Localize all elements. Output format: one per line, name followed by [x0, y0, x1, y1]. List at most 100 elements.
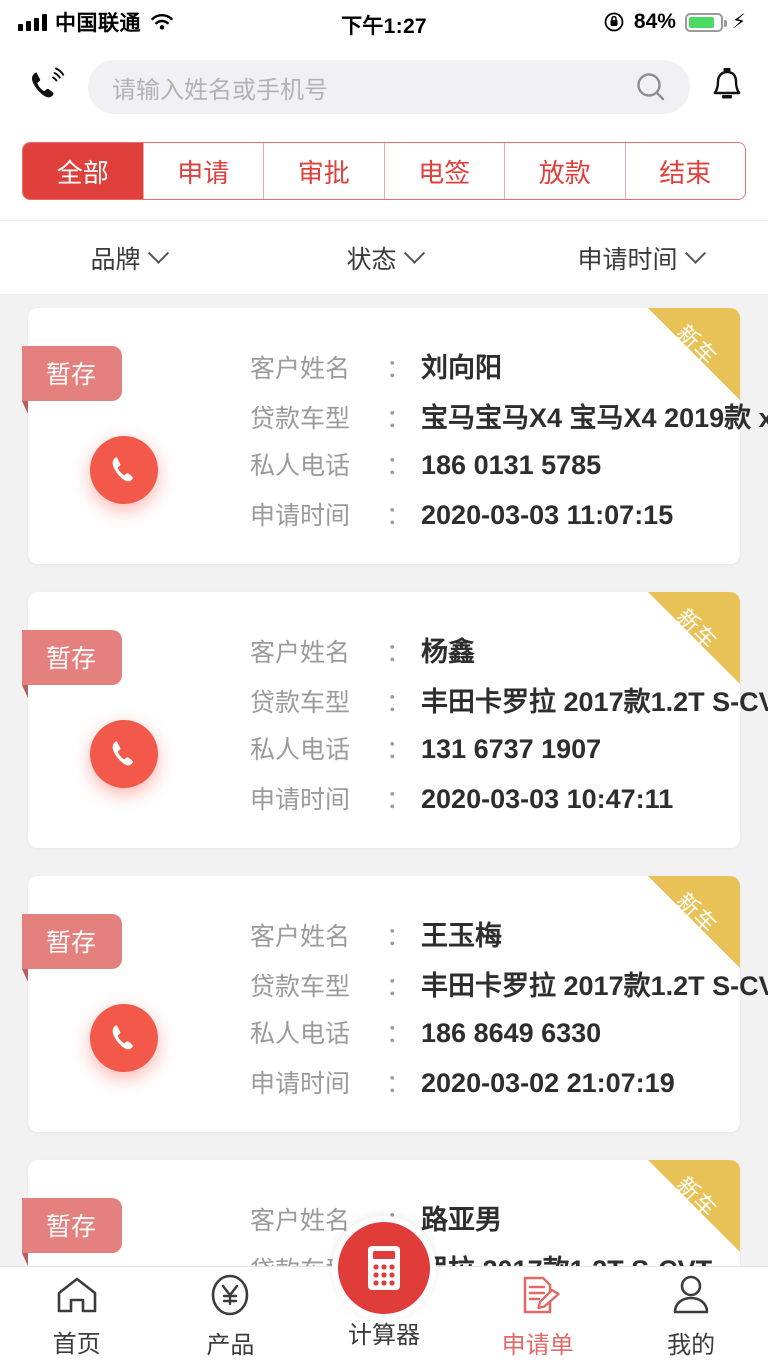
status-badge: 暂存 — [22, 346, 123, 414]
search-icon[interactable] — [634, 70, 668, 104]
field-car-model: 贷款车型 ： 宝马宝马X4 宝马X4 2019款 x... — [250, 396, 768, 446]
field-label: 申请时间 — [250, 786, 351, 814]
field-label: 贷款车型 — [250, 405, 351, 433]
field-car-model: 贷款车型 ： 丰田卡罗拉 2017款1.2T S-CVT... — [250, 964, 768, 1014]
yen-circle-icon — [212, 1274, 249, 1316]
list-item[interactable]: 新车 暂存 客户姓名 ： 杨鑫 贷款车型 ： 丰田卡罗拉 2017款1.2T S… — [22, 592, 768, 848]
status-bar-clock: 下午1:27 — [341, 15, 427, 38]
field-apply-time: 申请时间 ： 2020-03-02 21:07:19 — [250, 1064, 768, 1114]
tab-finished[interactable]: 结束 — [624, 143, 745, 199]
field-private-phone: 私人电话 ： 186 0131 5785 — [250, 446, 768, 496]
status-badge: 暂存 — [22, 630, 123, 698]
tab-approval[interactable]: 审批 — [263, 143, 384, 199]
apply-time-value: 2020-03-03 10:47:11 — [421, 784, 674, 814]
field-label: 私人电话 — [250, 736, 351, 764]
customer-name-value: 路亚男 — [421, 1205, 503, 1235]
list-item[interactable]: 新车 暂存 客户姓名 ： 王玉梅 贷款车型 ： 丰田卡罗拉 2017款1.2T … — [22, 876, 768, 1132]
calculator-fab-label: 计算器 — [348, 1322, 420, 1349]
bell-icon[interactable] — [708, 65, 746, 109]
list-item[interactable]: 新车 暂存 客户姓名 ： 刘向阳 贷款车型 ： 宝马宝马X4 宝马X4 2019… — [22, 308, 768, 564]
search-input[interactable]: 请输入姓名或手机号 — [88, 60, 690, 114]
field-colon: ： — [386, 452, 412, 480]
phone-icon — [112, 457, 133, 482]
application-list[interactable]: 新车 暂存 客户姓名 ： 刘向阳 贷款车型 ： 宝马宝马X4 宝马X4 2019… — [0, 294, 768, 1334]
field-label: 贷款车型 — [250, 973, 351, 1001]
bottom-navigation: 首页 产品 申请单 我的 计算器 — [0, 1216, 768, 1366]
private-phone-value: 186 8649 6330 — [421, 1018, 602, 1048]
nav-label: 产品 — [206, 1332, 255, 1359]
field-colon: ： — [386, 689, 412, 717]
field-label: 申请时间 — [250, 1070, 351, 1098]
field-private-phone: 私人电话 ： 131 6737 1907 — [250, 730, 768, 780]
calculator-fab-button[interactable] — [332, 1216, 436, 1320]
nav-label: 我的 — [667, 1332, 716, 1359]
nav-item-applications[interactable]: 申请单 — [461, 1273, 615, 1360]
chevron-down-icon — [403, 242, 425, 264]
car-model-value: 丰田卡罗拉 2017款1.2T S-CVT... — [421, 687, 768, 717]
field-customer-name: 客户姓名 ： 路亚男 — [250, 1198, 732, 1248]
call-button[interactable] — [90, 1004, 158, 1072]
search-placeholder: 请输入姓名或手机号 — [112, 76, 328, 104]
car-model-value: 宝马宝马X4 宝马X4 2019款 x... — [421, 403, 768, 433]
customer-name-value: 王玉梅 — [421, 921, 503, 951]
field-label: 客户姓名 — [250, 355, 351, 383]
calculator-icon — [368, 1246, 400, 1290]
field-colon: ： — [386, 405, 412, 433]
tab-apply[interactable]: 申请 — [142, 143, 263, 199]
status-tabs-container: 全部 申请 审批 电签 放款 结束 — [0, 130, 768, 220]
nav-label: 首页 — [52, 1331, 101, 1358]
call-button[interactable] — [90, 720, 158, 788]
field-label: 私人电话 — [250, 1020, 351, 1048]
private-phone-value: 186 0131 5785 — [421, 450, 602, 480]
app-header: 请输入姓名或手机号 — [0, 44, 768, 130]
card-fields: 客户姓名 ： 王玉梅 贷款车型 ： 丰田卡罗拉 2017款1.2T S-CVT.… — [250, 914, 768, 1114]
nav-item-profile[interactable]: 我的 — [614, 1273, 768, 1360]
field-colon: ： — [386, 1020, 412, 1048]
nav-label: 申请单 — [501, 1332, 574, 1359]
status-badge: 暂存 — [22, 914, 123, 982]
filter-status-label: 状态 — [346, 245, 397, 274]
field-label: 客户姓名 — [250, 639, 351, 667]
tab-disbursement[interactable]: 放款 — [504, 143, 625, 199]
field-colon: ： — [386, 973, 412, 1001]
field-label: 客户姓名 — [250, 923, 351, 951]
battery-icon — [684, 12, 727, 32]
field-colon: ： — [386, 355, 412, 383]
field-private-phone: 私人电话 ： 186 8649 6330 — [250, 1014, 768, 1064]
phone-ring-icon[interactable] — [24, 64, 70, 110]
filter-status[interactable]: 状态 — [256, 240, 512, 276]
status-badge: 暂存 — [22, 1198, 123, 1266]
chevron-down-icon — [684, 242, 706, 264]
call-button[interactable] — [90, 436, 158, 504]
field-colon: ： — [386, 1070, 412, 1098]
filter-brand-label: 品牌 — [90, 245, 141, 274]
filter-brand[interactable]: 品牌 — [0, 240, 256, 276]
phone-icon — [112, 741, 133, 766]
filter-apply-time[interactable]: 申请时间 — [512, 240, 768, 276]
field-colon: ： — [386, 502, 412, 530]
tab-all[interactable]: 全部 — [23, 143, 143, 199]
chevron-down-icon — [147, 242, 169, 264]
field-customer-name: 客户姓名 ： 王玉梅 — [250, 914, 768, 964]
document-pencil-icon — [523, 1276, 560, 1314]
field-apply-time: 申请时间 ： 2020-03-03 10:47:11 — [250, 780, 768, 830]
field-colon: ： — [386, 786, 412, 814]
customer-name-value: 刘向阳 — [421, 353, 503, 383]
filter-bar: 品牌 状态 申请时间 — [0, 220, 768, 294]
field-label: 贷款车型 — [250, 689, 351, 717]
tab-esign[interactable]: 电签 — [383, 143, 504, 199]
nav-item-products[interactable]: 产品 — [154, 1273, 308, 1360]
card-fields: 客户姓名 ： 杨鑫 贷款车型 ： 丰田卡罗拉 2017款1.2T S-CVT..… — [250, 630, 768, 830]
field-customer-name: 客户姓名 ： 杨鑫 — [250, 630, 768, 680]
car-model-value: 丰田卡罗拉 2017款1.2T S-CVT... — [421, 971, 768, 1001]
status-tabs: 全部 申请 审批 电签 放款 结束 — [22, 142, 746, 200]
field-colon: ： — [386, 639, 412, 667]
person-icon — [673, 1275, 709, 1314]
field-label: 申请时间 — [250, 502, 351, 530]
field-apply-time: 申请时间 ： 2020-03-03 11:07:15 — [250, 496, 768, 546]
status-bar: 中国联通 下午1:27 84% ⚡ — [0, 0, 768, 44]
apply-time-value: 2020-03-03 11:07:15 — [421, 500, 674, 530]
field-colon: ： — [386, 923, 412, 951]
nav-item-home[interactable]: 首页 — [0, 1274, 154, 1359]
customer-name-value: 杨鑫 — [421, 637, 476, 667]
